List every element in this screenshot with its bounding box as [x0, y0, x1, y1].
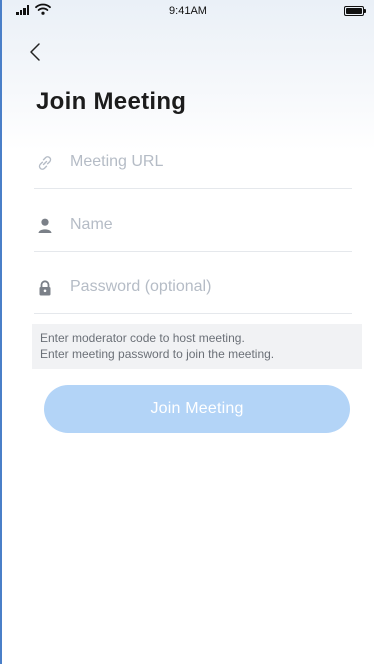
name-field[interactable]: Name	[34, 201, 352, 252]
chevron-left-icon[interactable]	[28, 42, 42, 62]
user-icon	[38, 218, 52, 233]
status-bar: 9:41AM	[2, 0, 374, 22]
password-field[interactable]: Password (optional)	[34, 263, 352, 314]
join-meeting-button[interactable]: Join Meeting	[44, 385, 350, 433]
link-icon	[38, 156, 52, 170]
join-meeting-screen: 9:41AM Join Meeting Meeting URL Name Pas…	[0, 0, 374, 664]
hint-line-password: Enter meeting password to join the meeti…	[40, 347, 275, 361]
page-title: Join Meeting	[36, 88, 187, 115]
battery-icon	[344, 6, 366, 16]
status-time: 9:41AM	[169, 5, 207, 17]
hint-box: Enter moderator code to host meeting. En…	[32, 324, 362, 369]
meeting-url-placeholder: Meeting URL	[70, 153, 164, 170]
lock-icon	[39, 280, 51, 296]
password-placeholder: Password (optional)	[70, 278, 212, 295]
meeting-url-field[interactable]: Meeting URL	[34, 138, 352, 189]
hint-line-moderator: Enter moderator code to host meeting.	[40, 331, 245, 345]
name-placeholder: Name	[70, 216, 113, 233]
